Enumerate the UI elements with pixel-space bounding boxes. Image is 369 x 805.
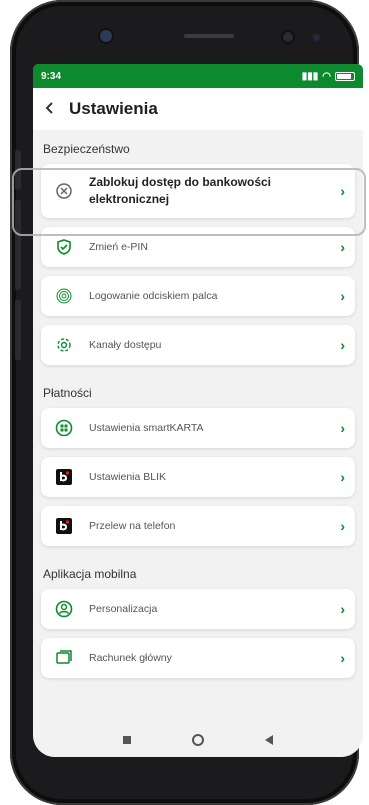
chevron-right-icon: › (340, 469, 345, 485)
chevron-right-icon: › (340, 239, 345, 255)
power-button (15, 300, 21, 360)
fingerprint-icon (53, 285, 75, 307)
list-item-label: Personalizacja (89, 603, 158, 615)
wifi-icon: ◠ (322, 70, 331, 82)
fingerprint-login-item[interactable]: Logowanie odciskiem palca › (41, 276, 355, 316)
chevron-right-icon: › (340, 601, 345, 617)
personalization-item[interactable]: Personalizacja › (41, 589, 355, 629)
chevron-right-icon: › (340, 420, 345, 436)
list-item-label: Rachunek główny (89, 652, 172, 664)
app-bar: Ustawienia (33, 88, 363, 130)
android-nav-bar (33, 723, 363, 757)
page-title: Ustawienia (69, 99, 158, 118)
chevron-left-icon (45, 101, 53, 114)
volume-button (15, 200, 21, 290)
back-button[interactable] (43, 98, 69, 121)
home-icon[interactable] (191, 734, 204, 746)
chevron-right-icon: › (340, 337, 345, 353)
list-item-label: Logowanie odciskiem palca (89, 290, 218, 302)
chevron-right-icon: › (340, 650, 345, 666)
front-camera (100, 30, 112, 42)
list-item-label: Przelew na telefon (89, 520, 176, 532)
change-epin-item[interactable]: Zmień e-PIN › (41, 227, 355, 267)
back-nav-icon[interactable] (264, 735, 273, 745)
list-item-label: Kanały dostępu (89, 339, 162, 351)
battery-icon (335, 71, 355, 81)
sensor (313, 34, 320, 41)
section-title: Płatności (43, 386, 92, 400)
smartkarta-icon (53, 417, 75, 439)
status-time: 9:34 (41, 70, 62, 82)
main-account-item[interactable]: Rachunek główny › (41, 638, 355, 678)
section-title: Aplikacja mobilna (43, 567, 137, 581)
section-title: Bezpieczeństwo (43, 142, 130, 156)
chevron-right-icon: › (340, 183, 345, 199)
app-screen: 9:34 ▮▮▮ ◠ Ustawienia Bezpieczeństwo Zab… (33, 64, 363, 757)
blik-settings-item[interactable]: Ustawienia BLIK › (41, 457, 355, 497)
list-item-label: Zablokuj dostęp do bankowości elektronic… (89, 175, 272, 206)
chevron-right-icon: › (340, 288, 345, 304)
status-bar: 9:34 ▮▮▮ ◠ (33, 64, 363, 88)
chevron-right-icon: › (340, 518, 345, 534)
recents-icon[interactable] (123, 736, 132, 744)
sensor (283, 32, 293, 42)
account-icon (53, 647, 75, 669)
access-channels-item[interactable]: Kanały dostępu › (41, 325, 355, 365)
smartkarta-settings-item[interactable]: Ustawienia smartKARTA › (41, 408, 355, 448)
list-item-label: Zmień e-PIN (89, 241, 148, 253)
blik-icon (53, 515, 75, 537)
signal-icon: ▮▮▮ (301, 70, 319, 82)
blik-icon (53, 466, 75, 488)
list-item-label: Ustawienia BLIK (89, 471, 167, 483)
volume-button (15, 150, 21, 190)
user-circle-icon (53, 598, 75, 620)
block-access-item[interactable]: Zablokuj dostęp do bankowości elektronic… (41, 164, 355, 218)
gear-icon (53, 334, 75, 356)
phone-transfer-item[interactable]: Przelew na telefon › (41, 506, 355, 546)
block-icon (53, 180, 75, 202)
earpiece-speaker (184, 34, 234, 38)
phone-top-bezel (30, 8, 359, 64)
list-item-label: Ustawienia smartKARTA (89, 422, 204, 434)
shield-check-icon (53, 236, 75, 258)
status-icons: ▮▮▮ ◠ (302, 71, 355, 82)
